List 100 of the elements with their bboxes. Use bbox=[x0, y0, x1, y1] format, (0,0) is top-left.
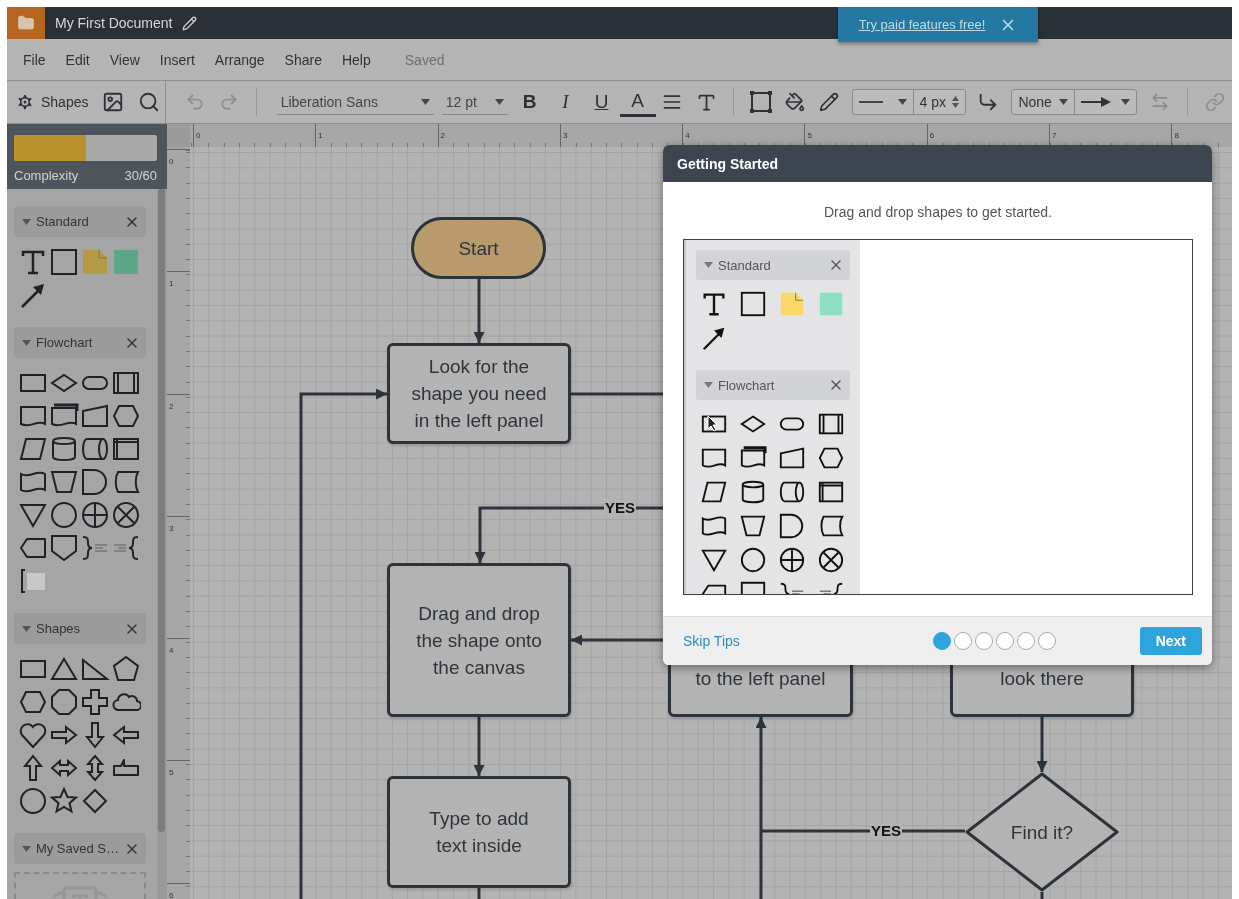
square-shape-icon[interactable] bbox=[739, 290, 767, 318]
caret-icon bbox=[704, 262, 713, 268]
step-dot[interactable] bbox=[975, 632, 994, 650]
font-dropdown[interactable]: Liberation Sans bbox=[276, 89, 434, 115]
folder-icon[interactable] bbox=[7, 7, 45, 39]
spinner-icon bbox=[951, 96, 959, 108]
connector-arrow[interactable] bbox=[473, 717, 485, 776]
line-style-icon bbox=[858, 100, 883, 104]
cross-shape-icon[interactable] bbox=[80, 687, 110, 717]
shapes-button[interactable]: Shapes bbox=[11, 92, 93, 112]
ruler-number: 1 bbox=[317, 130, 324, 141]
decision-node[interactable]: Find it? bbox=[965, 772, 1119, 892]
ruler-number: 2 bbox=[439, 130, 447, 141]
ruler-number: 5 bbox=[168, 767, 175, 779]
text-color-button[interactable]: A bbox=[619, 87, 656, 117]
delay-shape-icon[interactable] bbox=[778, 512, 806, 540]
step-dot[interactable] bbox=[1017, 632, 1036, 650]
delay-shape-icon[interactable] bbox=[80, 467, 110, 497]
library-header[interactable]: Standard bbox=[14, 206, 146, 237]
ruler-number: 5 bbox=[806, 130, 813, 141]
library-title: Flowchart bbox=[718, 377, 775, 393]
diamond-shape-icon[interactable] bbox=[80, 786, 110, 816]
circle-shape-icon[interactable] bbox=[18, 786, 48, 816]
connector-arrow[interactable] bbox=[473, 279, 485, 343]
ruler-number: 1 bbox=[168, 278, 175, 290]
caret-icon bbox=[22, 339, 31, 346]
caret-icon bbox=[22, 845, 31, 852]
library-header[interactable]: Standard bbox=[696, 250, 850, 280]
cylinder-shape-icon[interactable] bbox=[49, 434, 79, 464]
circle-shape-icon[interactable] bbox=[739, 546, 767, 574]
square-shape-icon[interactable] bbox=[49, 247, 79, 277]
save-status: Saved bbox=[404, 51, 445, 68]
brace-annotation-icon[interactable] bbox=[80, 533, 110, 563]
ruler-number: 6 bbox=[168, 889, 175, 899]
step-dot[interactable] bbox=[1038, 632, 1057, 650]
complexity-reading: 30/60 bbox=[124, 168, 157, 183]
caret-icon bbox=[897, 99, 907, 105]
dialog-message: Drag and drop shapes to get started. bbox=[822, 204, 1053, 220]
star-shape-icon[interactable] bbox=[49, 786, 79, 816]
menu-item[interactable]: Insert bbox=[149, 51, 205, 68]
menu-item[interactable]: Help bbox=[331, 51, 381, 68]
library-header[interactable]: Shapes bbox=[14, 613, 146, 644]
caret-icon bbox=[494, 98, 504, 105]
step-dot[interactable] bbox=[933, 632, 952, 650]
process-node[interactable]: Type to add text inside bbox=[387, 776, 571, 888]
connector-arrow[interactable] bbox=[755, 717, 767, 899]
library-title: Shapes bbox=[36, 621, 81, 636]
bracket-annotation-icon[interactable] bbox=[18, 566, 48, 596]
ruler-number: 0 bbox=[168, 156, 175, 167]
cylinder-shape-icon[interactable] bbox=[739, 478, 767, 506]
ruler-number: 8 bbox=[1173, 130, 1180, 141]
ruler-number: 6 bbox=[928, 130, 936, 141]
ruler-number: 4 bbox=[168, 645, 175, 657]
menu-item[interactable]: Share bbox=[274, 51, 332, 68]
document-title[interactable]: My First Document bbox=[55, 15, 173, 31]
heart-shape-icon[interactable] bbox=[18, 720, 48, 750]
ruler-number: 2 bbox=[168, 400, 175, 412]
library-title: My Saved S… bbox=[35, 841, 119, 856]
caret-icon bbox=[22, 625, 31, 632]
library-header[interactable]: Flowchart bbox=[696, 370, 850, 400]
pencil-icon[interactable] bbox=[182, 15, 198, 31]
trial-link[interactable]: Try paid features free! bbox=[858, 17, 986, 32]
process-node[interactable]: Drag and drop the shape onto the canvas bbox=[387, 563, 571, 717]
pentagon-shape-icon[interactable] bbox=[111, 654, 141, 684]
connector-arrow[interactable] bbox=[1036, 717, 1048, 772]
underline-button[interactable]: U bbox=[583, 87, 620, 117]
ruler-number: 3 bbox=[561, 130, 569, 141]
menu-item[interactable]: Arrange bbox=[204, 51, 275, 68]
ruler-number: 4 bbox=[684, 130, 691, 141]
bold-button[interactable]: B bbox=[511, 87, 548, 117]
menu-item[interactable]: File bbox=[13, 51, 56, 68]
circle-cross-icon[interactable] bbox=[111, 500, 141, 530]
shield-shape-icon[interactable] bbox=[49, 533, 79, 563]
circle-cross-icon[interactable] bbox=[817, 546, 845, 574]
step-dot[interactable] bbox=[996, 632, 1015, 650]
circle-shape-icon[interactable] bbox=[49, 500, 79, 530]
circle-plus-icon[interactable] bbox=[778, 546, 806, 574]
connector-label[interactable]: YES bbox=[870, 823, 902, 839]
menu-item[interactable]: View bbox=[99, 51, 150, 68]
dialog-title: Getting Started bbox=[677, 155, 779, 172]
brace-annotation-icon[interactable] bbox=[111, 533, 141, 563]
step-dot[interactable] bbox=[954, 632, 973, 650]
process-node[interactable]: Look for the shape you need in the left panel bbox=[387, 343, 571, 444]
menu-item[interactable]: Edit bbox=[55, 51, 100, 68]
terminator-node[interactable]: Start bbox=[411, 217, 546, 279]
scrollbar[interactable] bbox=[157, 189, 167, 899]
mouse-pointer-icon bbox=[707, 415, 719, 432]
connector-label[interactable]: YES bbox=[604, 500, 636, 516]
skip-tips-link[interactable]: Skip Tips bbox=[683, 633, 740, 649]
italic-button[interactable]: I bbox=[547, 87, 584, 117]
caret-icon bbox=[420, 98, 430, 105]
library-header[interactable]: Flowchart bbox=[14, 327, 146, 358]
library-title: Standard bbox=[36, 214, 89, 229]
octagon-shape-icon[interactable] bbox=[49, 687, 79, 717]
arrow-icon bbox=[1081, 97, 1112, 107]
circle-plus-icon[interactable] bbox=[80, 500, 110, 530]
caret-icon bbox=[1059, 99, 1069, 105]
connector-arrow[interactable] bbox=[299, 388, 387, 899]
library-header[interactable]: My Saved S… bbox=[14, 833, 146, 864]
font-size-dropdown[interactable]: 12 pt bbox=[441, 89, 508, 115]
